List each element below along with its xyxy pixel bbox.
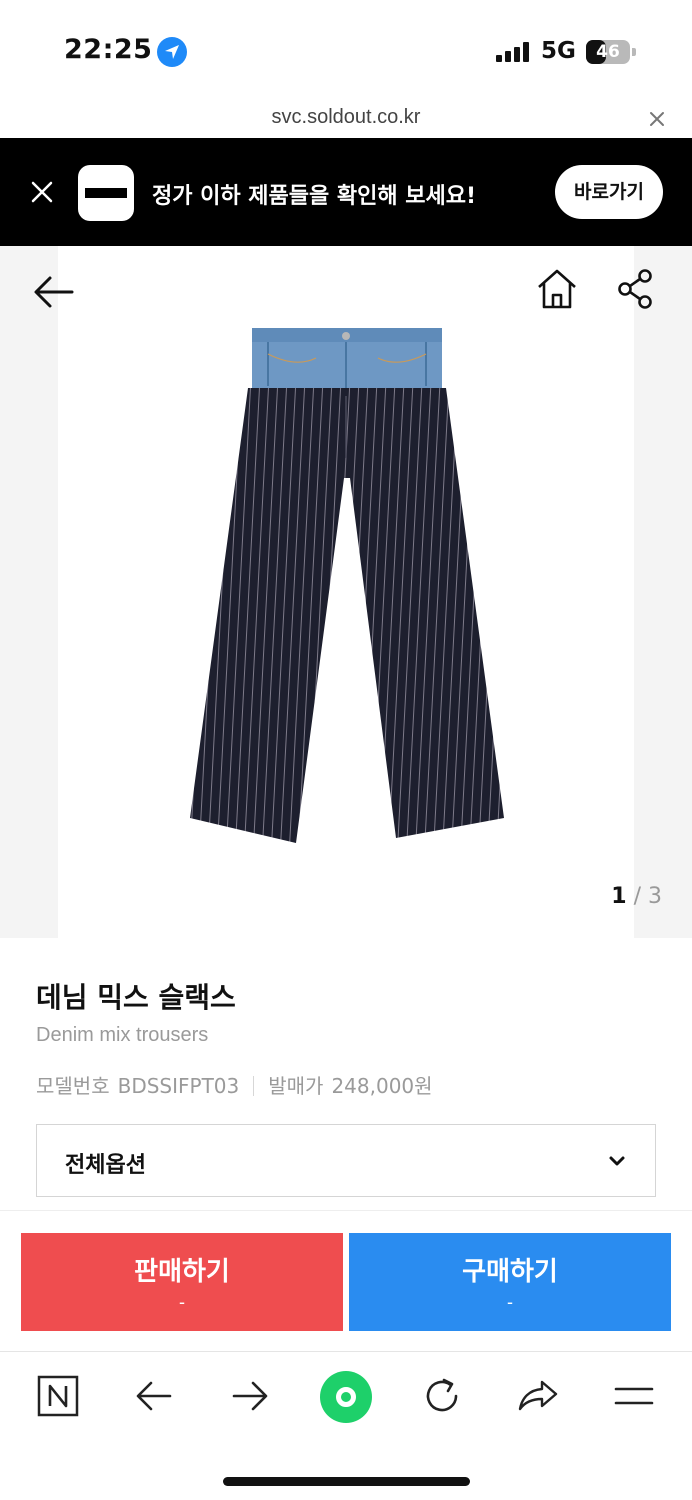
product-title: 데님 믹스 슬랙스: [36, 981, 236, 1014]
product-photo-trousers: [190, 328, 504, 843]
model-number-label: 모델번호: [36, 1074, 110, 1098]
refresh-icon[interactable]: [418, 1372, 466, 1420]
product-meta: 모델번호 BDSSIFPT03 발매가 248,000원: [36, 1070, 433, 1099]
sell-button-label: 판매하기: [134, 1257, 230, 1287]
option-select[interactable]: 전체옵션: [36, 1124, 656, 1197]
release-price-label: 발매가: [268, 1074, 324, 1098]
back-arrow-icon[interactable]: [30, 268, 78, 316]
model-number-value: BDSSIFPT03: [117, 1074, 240, 1098]
battery-tip: [632, 48, 636, 56]
signal-bars-icon: [496, 42, 532, 62]
image-counter-current: 1: [611, 884, 627, 909]
promo-banner: 정가 이하 제품들을 확인해 보세요! 바로가기: [0, 138, 692, 246]
location-arrow-icon: [157, 37, 187, 67]
menu-icon[interactable]: [610, 1372, 658, 1420]
banner-go-button[interactable]: 바로가기: [555, 165, 663, 219]
url-bar[interactable]: svc.soldout.co.kr: [0, 100, 692, 138]
image-counter: 1 / 3: [611, 884, 662, 909]
image-counter-separator: /: [633, 884, 641, 909]
url-text[interactable]: svc.soldout.co.kr: [0, 106, 692, 129]
battery-percent: 46: [596, 42, 620, 62]
buy-button[interactable]: 구매하기 -: [349, 1233, 671, 1331]
share-icon[interactable]: [612, 266, 658, 312]
status-bar: 22:25 5G 46: [0, 0, 692, 100]
back-icon[interactable]: [130, 1372, 178, 1420]
product-subtitle: Denim mix trousers: [36, 1024, 209, 1046]
action-bar: 판매하기 - 구매하기 -: [0, 1210, 692, 1350]
sell-button[interactable]: 판매하기 -: [21, 1233, 343, 1331]
buy-button-price: -: [507, 1292, 513, 1312]
share-arrow-icon[interactable]: [514, 1372, 562, 1420]
product-image-carousel[interactable]: 1 / 3: [0, 246, 692, 938]
status-time: 22:25: [64, 34, 153, 65]
option-select-label: 전체옵션: [65, 1153, 146, 1178]
release-price-value: 248,000원: [331, 1074, 433, 1098]
home-icon[interactable]: [534, 266, 580, 312]
close-icon[interactable]: [30, 180, 54, 204]
forward-icon[interactable]: [226, 1372, 274, 1420]
image-counter-total: 3: [648, 884, 662, 909]
green-dot-icon[interactable]: [320, 1371, 372, 1423]
soldout-logo-icon: [78, 165, 134, 221]
sell-button-price: -: [179, 1292, 185, 1312]
home-indicator: [223, 1477, 470, 1486]
banner-text: 정가 이하 제품들을 확인해 보세요!: [152, 184, 477, 209]
close-icon[interactable]: [646, 108, 668, 130]
buy-button-label: 구매하기: [462, 1257, 558, 1287]
battery-icon: 46: [586, 40, 630, 64]
meta-divider: [253, 1076, 255, 1096]
naver-n-icon[interactable]: [34, 1372, 82, 1420]
chevron-down-icon: [609, 1156, 625, 1166]
network-type: 5G: [541, 38, 576, 64]
browser-toolbar: [0, 1351, 692, 1500]
